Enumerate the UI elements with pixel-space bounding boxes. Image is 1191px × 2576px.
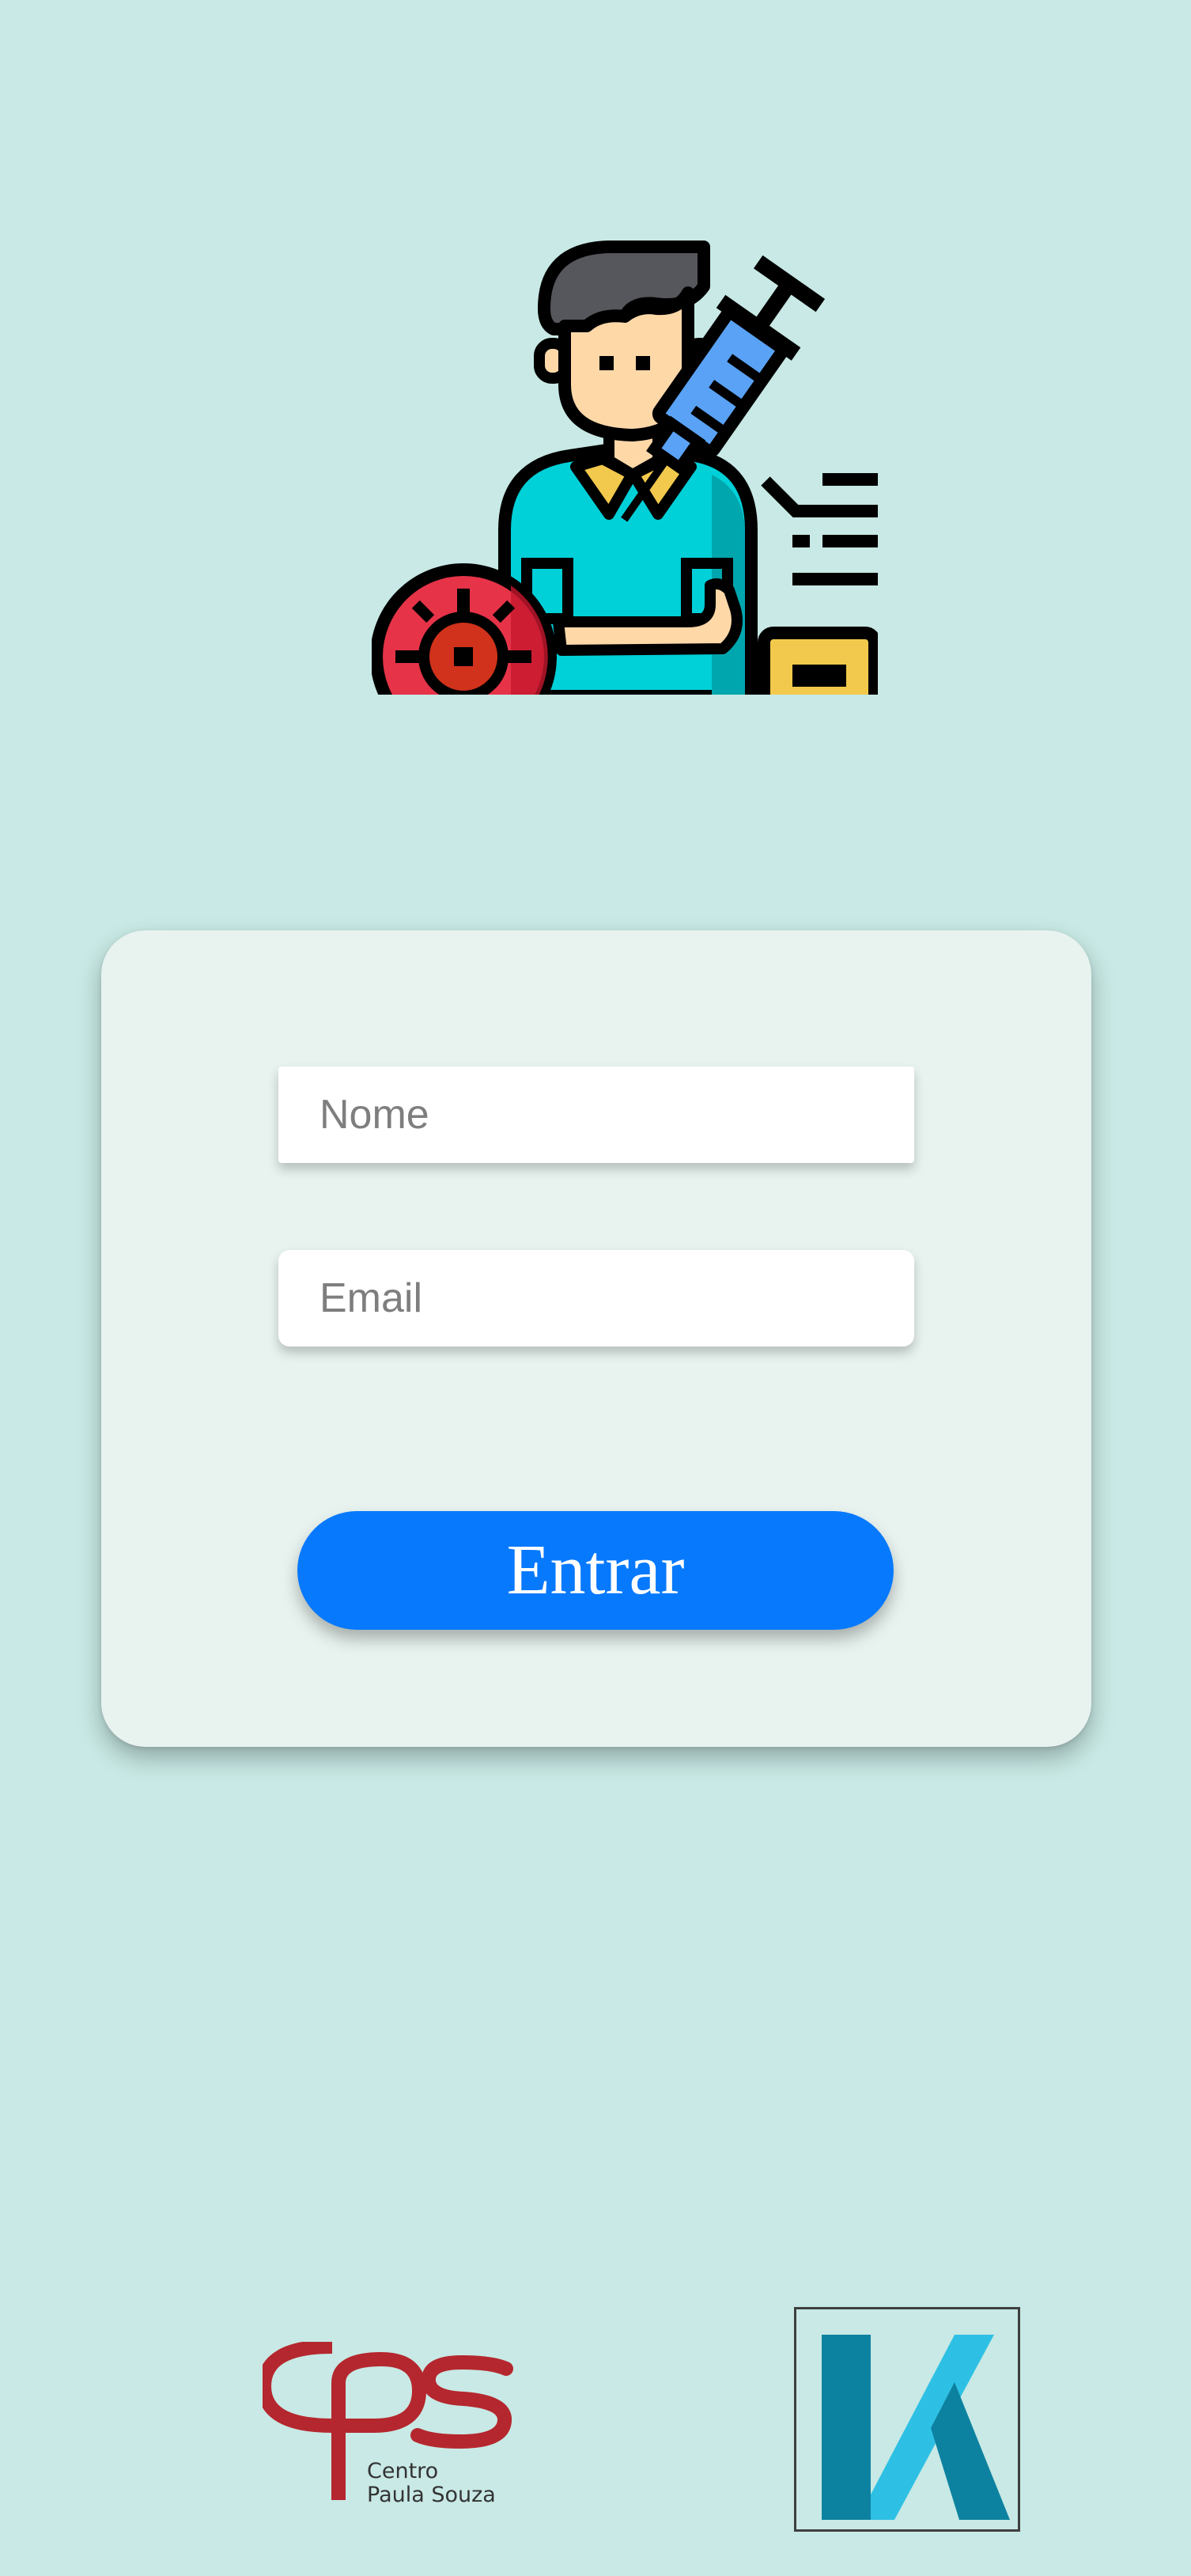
email-input[interactable] [278,1250,914,1347]
cps-logo-line1: Centro [367,2459,438,2483]
k-logo [794,2307,1020,2532]
vaccine-doctor-illustration [372,237,878,695]
login-card: Entrar [101,930,1091,1747]
cps-logo-line2: Paula Souza [367,2483,496,2507]
login-button[interactable]: Entrar [297,1511,894,1630]
name-input[interactable] [278,1066,914,1163]
email-field-wrapper [278,1250,914,1347]
centro-paula-souza-logo: Centro Paula Souza [256,2339,516,2508]
name-field-wrapper [278,1066,914,1163]
